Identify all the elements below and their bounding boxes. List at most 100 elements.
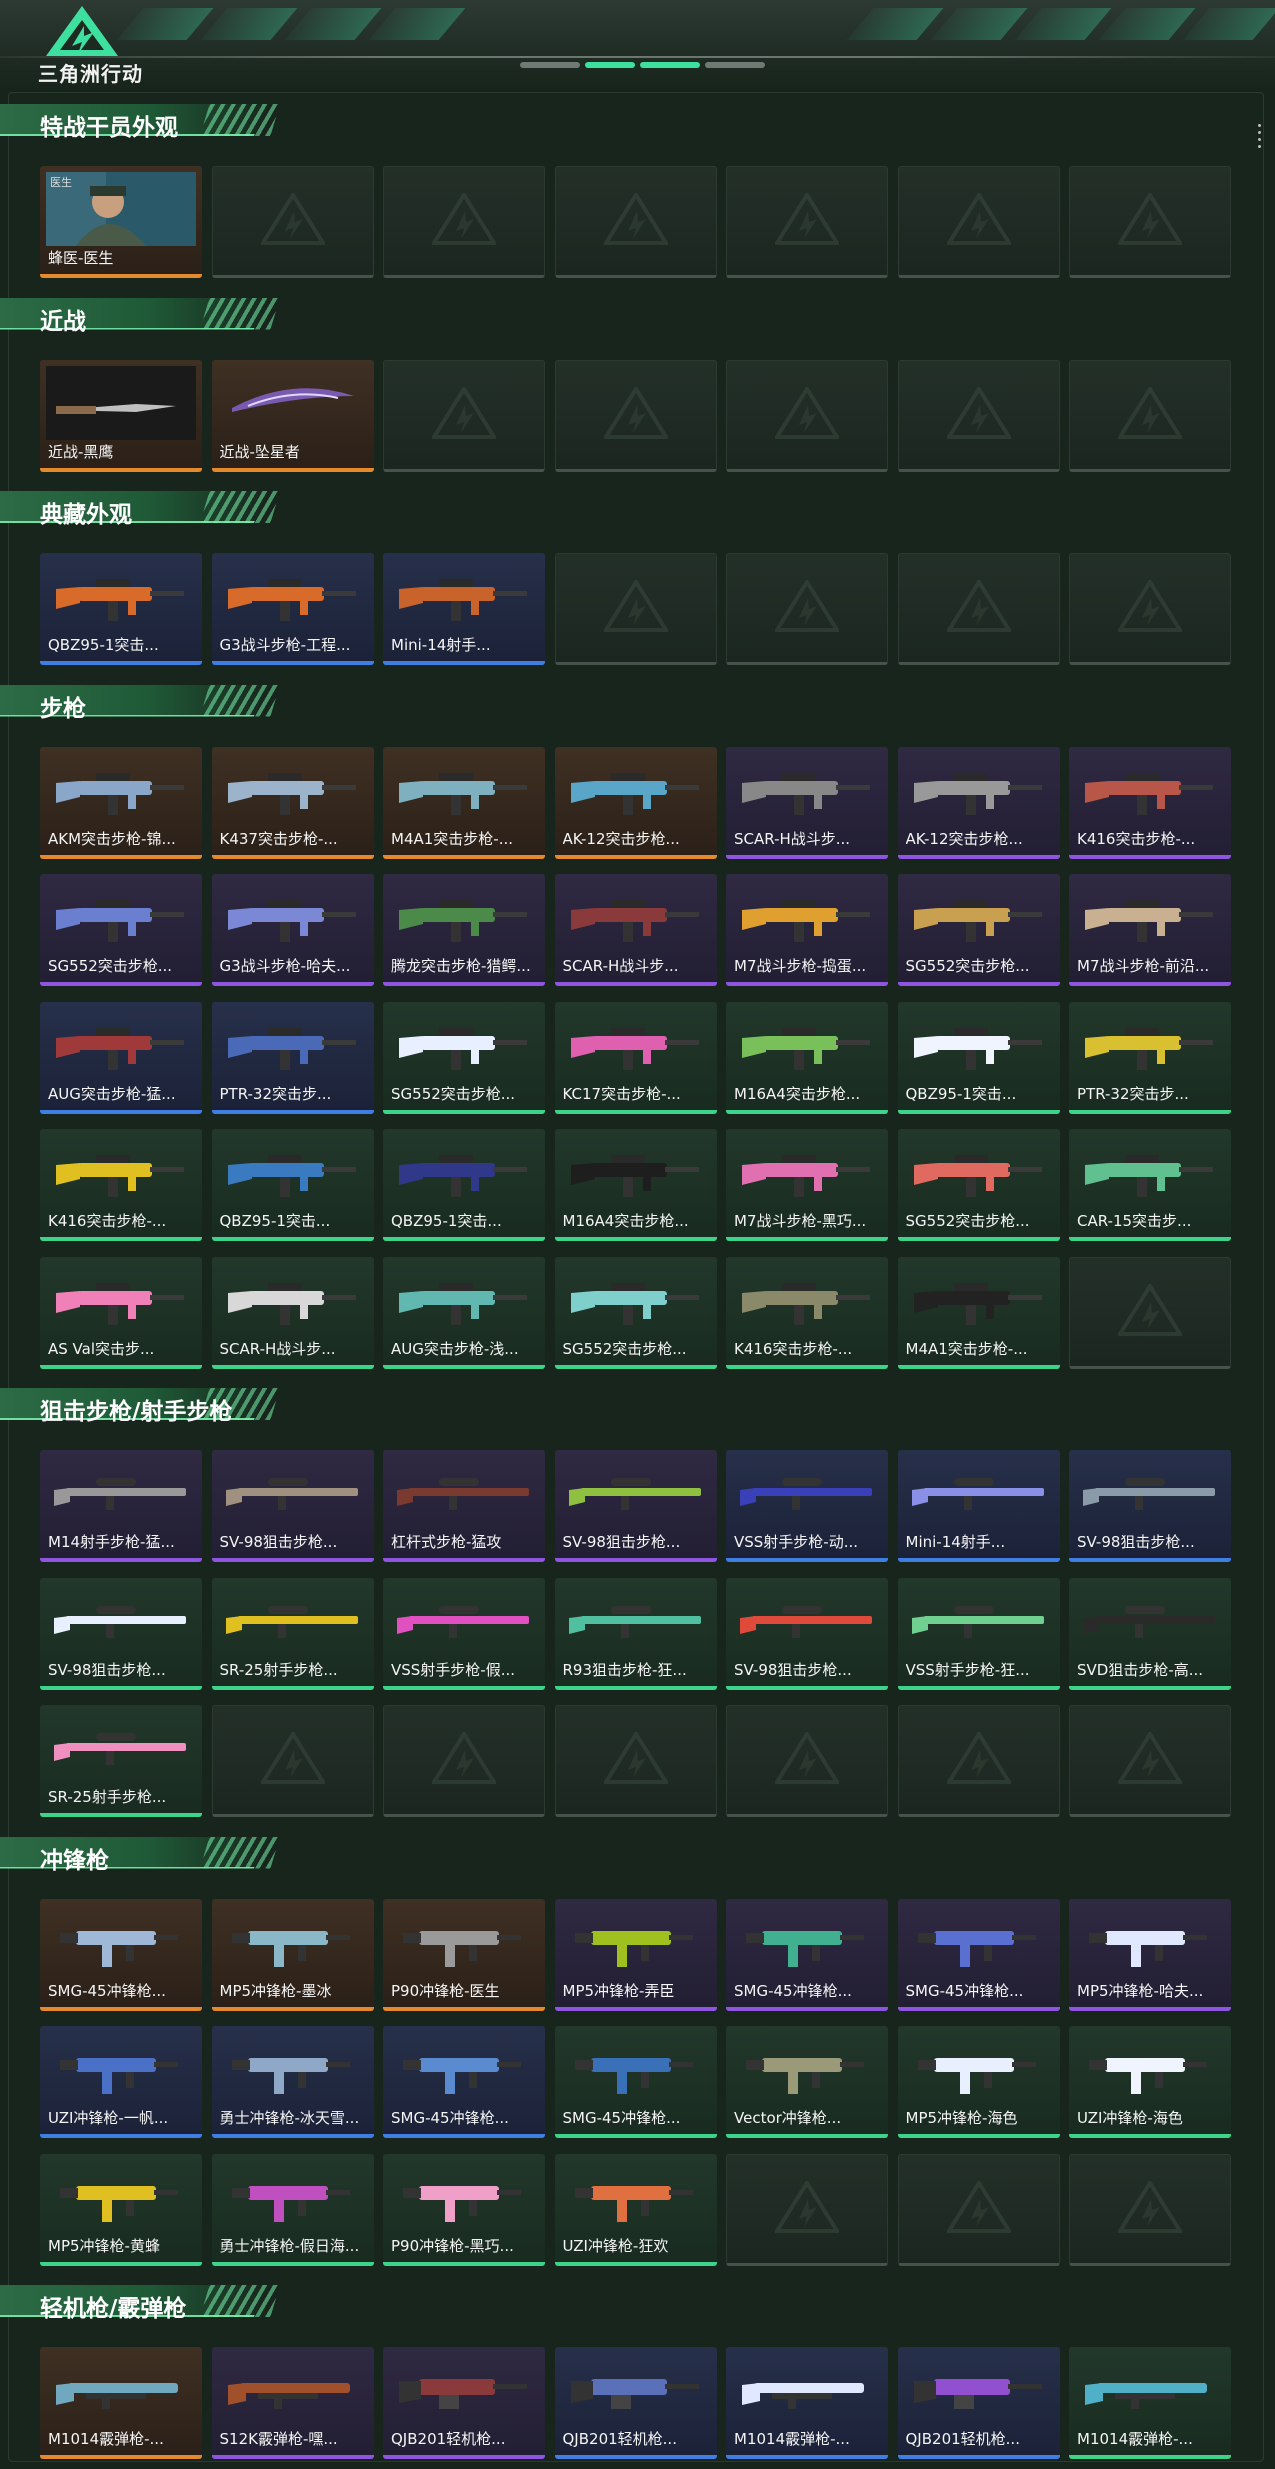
skin-card[interactable]: M1014霰弹枪-... (726, 2347, 888, 2459)
skin-card[interactable]: SV-98狙击步枪... (726, 1577, 888, 1690)
skin-card[interactable]: SMG-45冲锋枪... (897, 1898, 1060, 2011)
skin-card[interactable]: SCAR-H战斗步... (726, 746, 888, 859)
skin-card[interactable]: AK-12突击步枪... (897, 746, 1060, 859)
skin-card[interactable]: QBZ95-1突击... (40, 553, 202, 665)
skin-card[interactable]: M4A1突击步枪-... (383, 746, 545, 859)
skin-card[interactable]: SV-98狙击步枪... (1069, 1450, 1231, 1562)
skin-card[interactable]: M16A4突击步枪... (726, 1001, 888, 1114)
skin-card[interactable]: P90冲锋枪-黑巧... (383, 2153, 545, 2266)
skin-card[interactable]: M1014霰弹枪-... (1069, 2347, 1231, 2459)
skin-card[interactable]: VSS射手步枪-狂... (897, 1577, 1060, 1690)
skin-card[interactable]: PTR-32突击步... (1069, 1001, 1231, 1114)
skin-card[interactable]: S12K霰弹枪-嘿... (211, 2347, 374, 2459)
skin-card[interactable]: 腾龙突击步枪-猎鳄... (383, 874, 545, 986)
skin-card[interactable]: SCAR-H战斗步... (554, 874, 717, 986)
skin-card[interactable]: G3战斗步枪-工程... (211, 553, 374, 665)
skin-card[interactable]: MP5冲锋枪-海色 (897, 2026, 1060, 2138)
skin-card[interactable]: MP5冲锋枪-墨冰 (211, 1898, 374, 2011)
rifle-icon (561, 880, 711, 954)
skin-card[interactable]: PTR-32突击步... (211, 1001, 374, 1114)
skin-card[interactable]: M7战斗步枪-黑巧... (726, 1129, 888, 1241)
skin-card[interactable]: VSS射手步枪-假... (383, 1577, 545, 1690)
skin-card[interactable]: SR-25射手步枪... (211, 1577, 374, 1690)
skin-label: SG552突击步枪... (905, 1212, 1030, 1230)
skin-label: SCAR-H战斗步... (734, 829, 851, 848)
rifle-icon (46, 559, 196, 633)
skin-card[interactable]: SMG-45冲锋枪... (383, 2026, 545, 2138)
skin-card[interactable]: R93狙击步枪-狂... (554, 1577, 717, 1690)
skin-card[interactable]: SV-98狙击步枪... (211, 1450, 374, 1562)
smg-icon (389, 2160, 539, 2234)
skin-card[interactable]: SG552突击步枪... (554, 1256, 717, 1369)
skin-card[interactable]: SG552突击步枪... (897, 874, 1060, 986)
skin-card[interactable]: 医生 蜂医-医生 (40, 166, 202, 278)
skin-card[interactable]: VSS射手步枪-动... (726, 1450, 888, 1562)
skin-card[interactable]: Mini-14射手... (897, 1450, 1060, 1562)
skin-card[interactable]: Vector冲锋枪... (726, 2026, 888, 2138)
skin-card[interactable]: SMG-45冲锋枪... (554, 2026, 717, 2138)
skin-card[interactable]: QJB201轻机枪... (897, 2347, 1060, 2459)
skin-card[interactable]: QBZ95-1突击... (211, 1129, 374, 1241)
skin-card[interactable]: Mini-14射手... (383, 553, 545, 665)
section-header: 近战 (0, 294, 285, 335)
section-5: 冲锋枪 SMG-45冲锋枪... MP5冲锋枪-墨冰 P90冲锋枪-医生 MP5冲锋枪-… (0, 1833, 1275, 2282)
shotgun-icon (218, 2353, 368, 2427)
skin-label: SCAR-H战斗步... (219, 1339, 336, 1358)
skin-card[interactable]: UZI冲锋枪-海色 (1069, 2026, 1231, 2138)
skin-card[interactable]: 近战-坠星者 (211, 359, 374, 472)
skin-card[interactable]: SG552突击步枪... (383, 1001, 545, 1114)
skin-card[interactable]: 勇士冲锋枪-假日海... (211, 2153, 374, 2266)
skin-label: SV-98狙击步枪... (48, 1660, 166, 1679)
skin-card[interactable]: QBZ95-1突击... (383, 1129, 545, 1241)
skin-card[interactable]: SCAR-H战斗步... (211, 1256, 374, 1369)
skin-card[interactable]: M4A1突击步枪-... (897, 1256, 1060, 1369)
skin-card[interactable]: K416突击步枪-... (1069, 746, 1231, 859)
skin-card[interactable]: SV-98狙击步枪... (40, 1577, 202, 1690)
sniper-icon (1075, 1584, 1225, 1658)
section-title: 特战干员外观 (40, 115, 178, 141)
skin-card[interactable]: K416突击步枪-... (40, 1129, 202, 1241)
empty-slot (211, 1705, 374, 1817)
skin-card[interactable]: MP5冲锋枪-黄蜂 (40, 2153, 202, 2266)
skin-card[interactable]: M1014霰弹枪-... (40, 2347, 202, 2459)
skin-card[interactable]: SMG-45冲锋枪... (40, 1898, 202, 2011)
skin-card[interactable]: 近战-黑鹰 (40, 359, 202, 472)
skin-card[interactable]: M16A4突击步枪... (554, 1129, 717, 1241)
skin-card[interactable]: CAR-15突击步... (1069, 1129, 1231, 1241)
delta-watermark-icon (603, 1732, 668, 1784)
empty-slot (383, 166, 545, 278)
skin-card[interactable]: SG552突击步枪... (40, 874, 202, 986)
skin-card[interactable]: SVD狙击步枪-高... (1069, 1577, 1231, 1690)
skin-card[interactable]: K437突击步枪-... (211, 746, 374, 859)
skin-card[interactable]: UZI冲锋枪-狂欢 (554, 2153, 717, 2266)
skin-card[interactable]: M14射手步枪-猛... (40, 1450, 202, 1562)
skin-card[interactable]: AKM突击步枪-锦... (40, 746, 202, 859)
skin-card[interactable]: 勇士冲锋枪-冰天雪... (211, 2026, 374, 2138)
skin-card[interactable]: KC17突击步枪-... (554, 1001, 717, 1114)
skin-card[interactable]: SMG-45冲锋枪... (726, 1898, 888, 2011)
skin-card[interactable]: M7战斗步枪-前沿... (1069, 874, 1231, 986)
skin-card[interactable]: UZI冲锋枪-一帆... (40, 2026, 202, 2138)
skin-card[interactable]: P90冲锋枪-医生 (383, 1898, 545, 2011)
skin-card[interactable]: 杠杆式步枪-猛攻 (383, 1450, 545, 1562)
skin-card[interactable]: AK-12突击步枪... (554, 746, 717, 859)
skin-card[interactable]: SG552突击步枪... (897, 1129, 1060, 1241)
skin-card[interactable]: MP5冲锋枪-哈夫... (1069, 1898, 1231, 2011)
skin-card[interactable]: M7战斗步枪-捣蛋... (726, 874, 888, 986)
skin-card[interactable]: MP5冲锋枪-弄臣 (554, 1898, 717, 2011)
skin-card[interactable]: AS Val突击步... (40, 1256, 202, 1369)
blade-icon (218, 366, 368, 440)
skin-card[interactable]: QJB201轻机枪... (554, 2347, 717, 2459)
smg-icon (561, 1905, 711, 1979)
skin-card[interactable]: K416突击步枪-... (726, 1256, 888, 1369)
skin-label: K416突击步枪-... (48, 1212, 167, 1230)
skin-card[interactable]: AUG突击步枪-猛... (40, 1001, 202, 1114)
skin-card[interactable]: G3战斗步枪-哈夫... (211, 874, 374, 986)
skin-card[interactable]: QBZ95-1突击... (897, 1001, 1060, 1114)
skin-label: QJB201轻机枪... (391, 2430, 506, 2448)
skin-card[interactable]: SV-98狙击步枪... (554, 1450, 717, 1562)
smg-icon (218, 2032, 368, 2106)
skin-card[interactable]: AUG突击步枪-浅... (383, 1256, 545, 1369)
skin-card[interactable]: QJB201轻机枪... (383, 2347, 545, 2459)
skin-card[interactable]: SR-25射手步枪... (40, 1705, 202, 1817)
